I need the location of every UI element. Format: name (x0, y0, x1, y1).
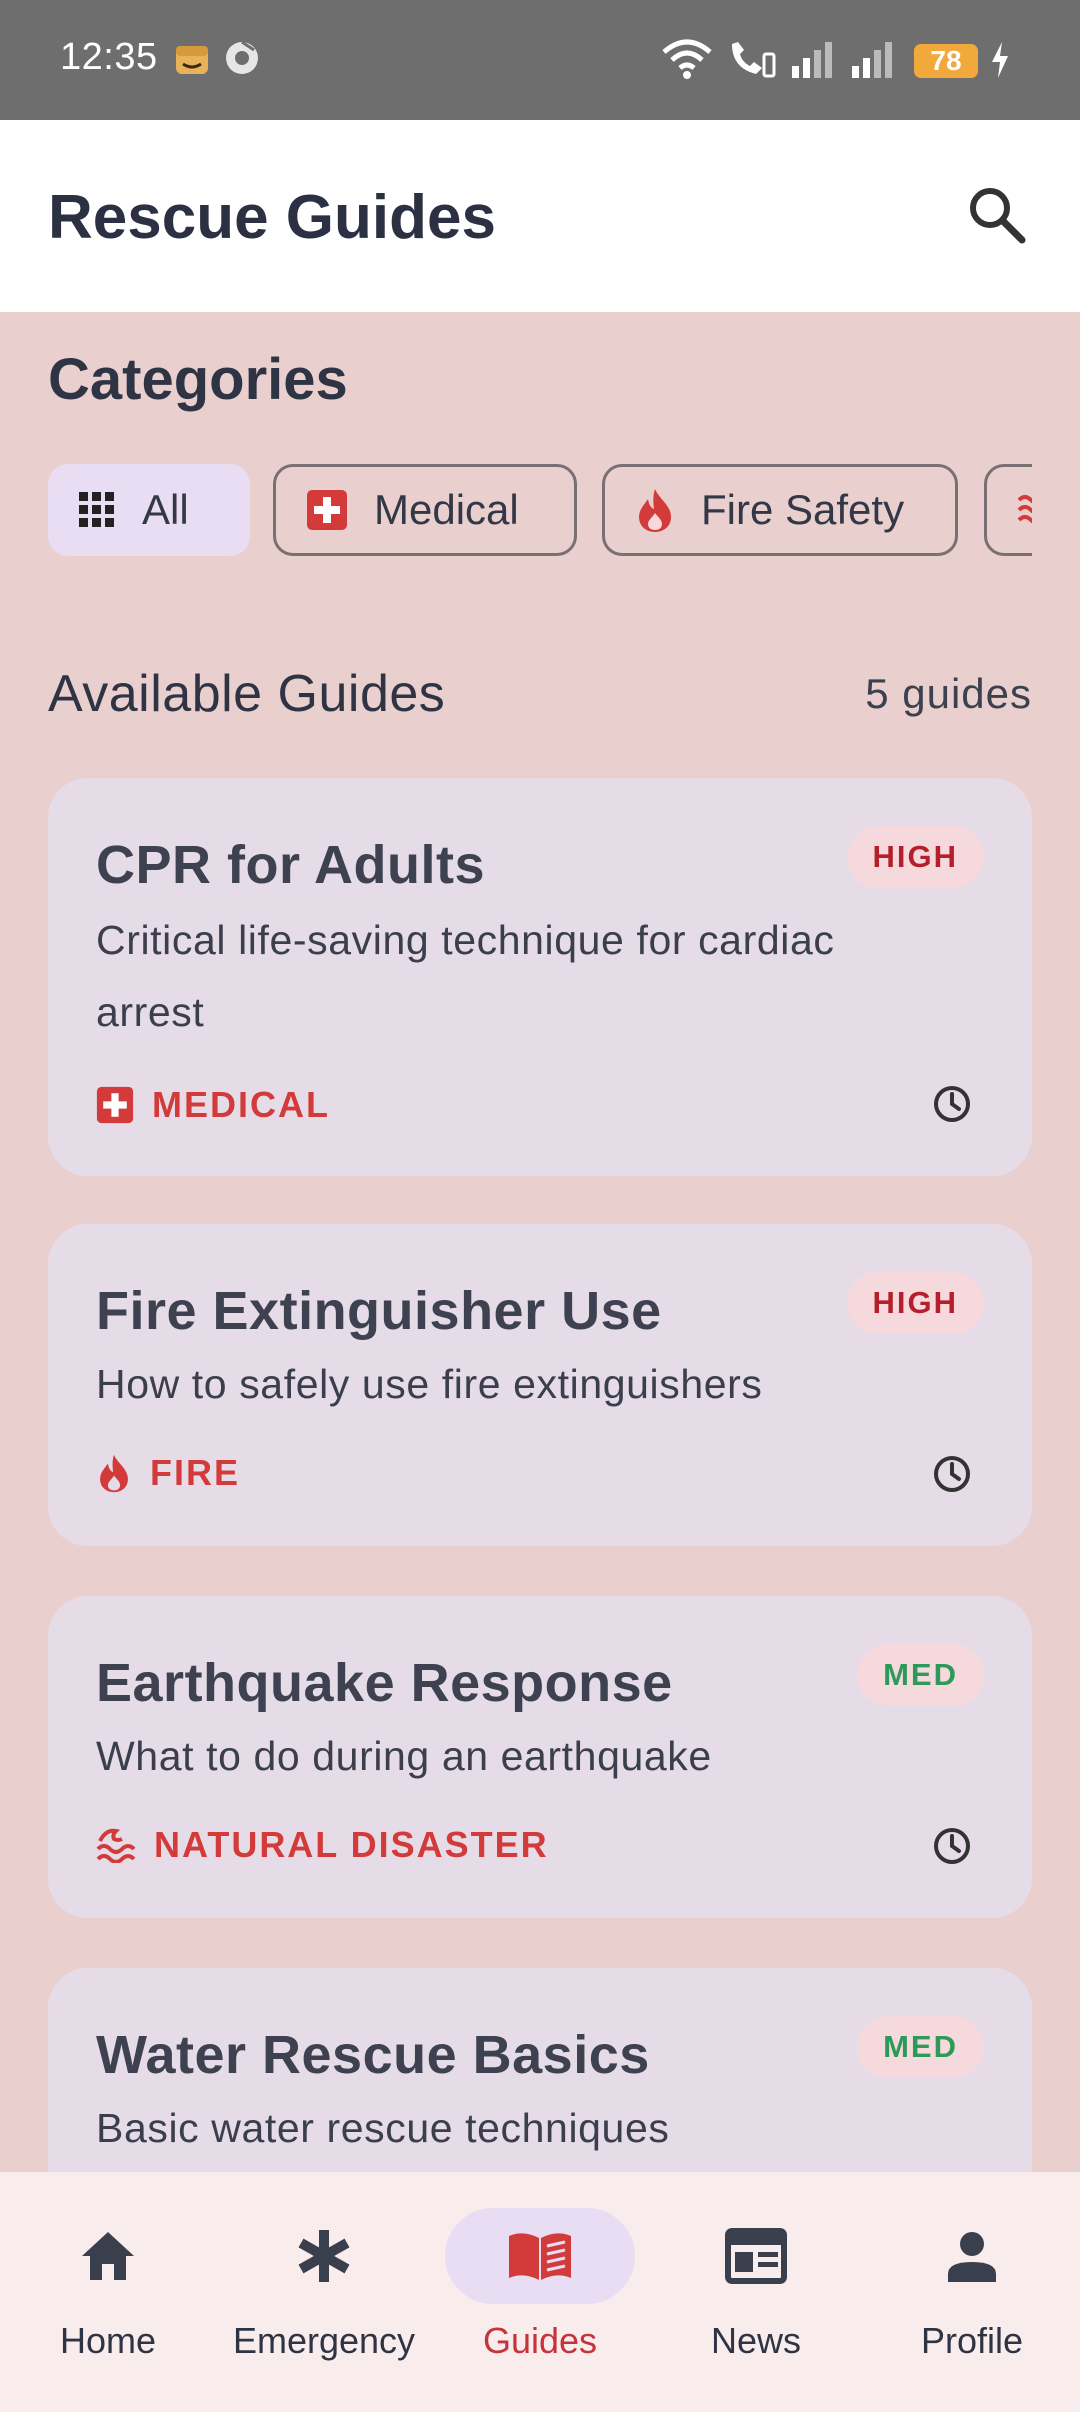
waves-icon (1017, 495, 1032, 524)
home-icon (82, 2232, 134, 2280)
priority-badge: HIGH (846, 1272, 984, 1334)
charging-icon (992, 42, 1008, 78)
categories-title: Categories (48, 347, 348, 412)
chip-fire-safety[interactable]: Fire Safety (602, 464, 958, 556)
priority-badge: HIGH (846, 826, 984, 888)
guide-category: FIRE (96, 1452, 240, 1494)
app-bar: Rescue Guides (0, 120, 1080, 312)
priority-badge: MED (857, 2016, 984, 2078)
guide-description: Basic water rescue techniques (96, 2105, 670, 2151)
guide-description: What to do during an earthquake (96, 1733, 712, 1779)
nav-emergency[interactable]: Emergency (216, 2208, 432, 2362)
clock-icon (934, 1828, 970, 1864)
nav-guides-icon-wrap (445, 2208, 635, 2304)
guide-title: Water Rescue Basics (96, 2025, 650, 2085)
book-icon (509, 2233, 571, 2280)
available-guides-title: Available Guides (48, 665, 446, 723)
bottom-navigation: Home Emergency Guides News Profile (0, 2172, 1080, 2412)
signal-icon-2 (852, 42, 892, 78)
clock-icon (934, 1086, 970, 1122)
guide-category: NATURAL DISASTER (96, 1824, 549, 1866)
guide-description: How to safely use fire extinguishers (96, 1361, 763, 1407)
guide-category-label: MEDICAL (152, 1084, 330, 1125)
page-title: Rescue Guides (48, 183, 496, 252)
flame-icon (100, 1454, 128, 1493)
chip-natural-disaster[interactable] (984, 464, 1032, 556)
grid-icon (79, 492, 114, 527)
asterisk-icon (298, 2230, 350, 2282)
signal-icon (792, 42, 832, 78)
search-icon[interactable] (962, 180, 1032, 250)
wifi-icon (662, 39, 712, 79)
guide-title: Earthquake Response (96, 1653, 673, 1713)
chip-medical[interactable]: Medical (273, 464, 577, 556)
wifi-call-icon (732, 42, 776, 78)
person-icon (948, 2232, 996, 2282)
amazon-app-icon (176, 46, 208, 74)
chrome-app-icon (226, 40, 258, 74)
medical-cross-icon (307, 490, 347, 530)
clock-icon (934, 1456, 970, 1492)
nav-news-icon-wrap (661, 2208, 851, 2304)
guide-category: MEDICAL (96, 1084, 330, 1126)
nav-profile-icon-wrap (877, 2208, 1067, 2304)
nav-home-label: Home (59, 2320, 157, 2361)
guide-card-water-rescue[interactable]: Water Rescue Basics MED Basic water resc… (48, 1968, 1032, 2172)
nav-news-label: News (710, 2320, 802, 2361)
status-bar: 12:35 78 (0, 0, 1080, 120)
waves-icon (96, 1828, 136, 1863)
nav-profile-label: Profile (920, 2320, 1024, 2361)
chip-medical-label: Medical (374, 486, 519, 533)
nav-profile[interactable]: Profile (864, 2208, 1080, 2362)
nav-emergency-icon-wrap (229, 2208, 419, 2304)
chip-all[interactable]: All (48, 464, 250, 556)
flame-icon (639, 489, 671, 532)
guide-description: Critical life-saving technique for cardi… (96, 917, 835, 1035)
status-time: 12:35 (60, 36, 158, 78)
category-chip-row[interactable]: All Medical Fire Safety (48, 464, 1032, 564)
guide-card-earthquake[interactable]: Earthquake Response MED What to do durin… (48, 1596, 1032, 1918)
medical-cross-icon (96, 1086, 134, 1124)
guide-category-label: NATURAL DISASTER (154, 1824, 549, 1865)
guides-content[interactable]: Categories All Medical Fire Safety Avail… (0, 312, 1080, 2172)
guide-category-label: FIRE (150, 1452, 241, 1493)
nav-news[interactable]: News (648, 2208, 864, 2362)
nav-home[interactable]: Home (0, 2208, 216, 2362)
chip-fire-safety-label: Fire Safety (701, 486, 905, 533)
news-icon (725, 2228, 787, 2284)
guide-card-fire-extinguisher[interactable]: Fire Extinguisher Use HIGH How to safely… (48, 1224, 1032, 1546)
nav-emergency-label: Emergency (232, 2320, 416, 2361)
priority-badge: MED (857, 1644, 984, 1706)
guide-title: Fire Extinguisher Use (96, 1281, 662, 1341)
battery-indicator: 78 (914, 44, 978, 78)
chip-all-label: All (142, 486, 189, 533)
guide-title: CPR for Adults (96, 835, 485, 895)
nav-guides[interactable]: Guides (432, 2208, 648, 2362)
nav-guides-label: Guides (482, 2320, 598, 2361)
nav-home-icon-wrap (13, 2208, 203, 2304)
guide-card-cpr[interactable]: CPR for Adults HIGH Critical life-saving… (48, 778, 1032, 1176)
guide-count: 5 guides (865, 670, 1032, 717)
